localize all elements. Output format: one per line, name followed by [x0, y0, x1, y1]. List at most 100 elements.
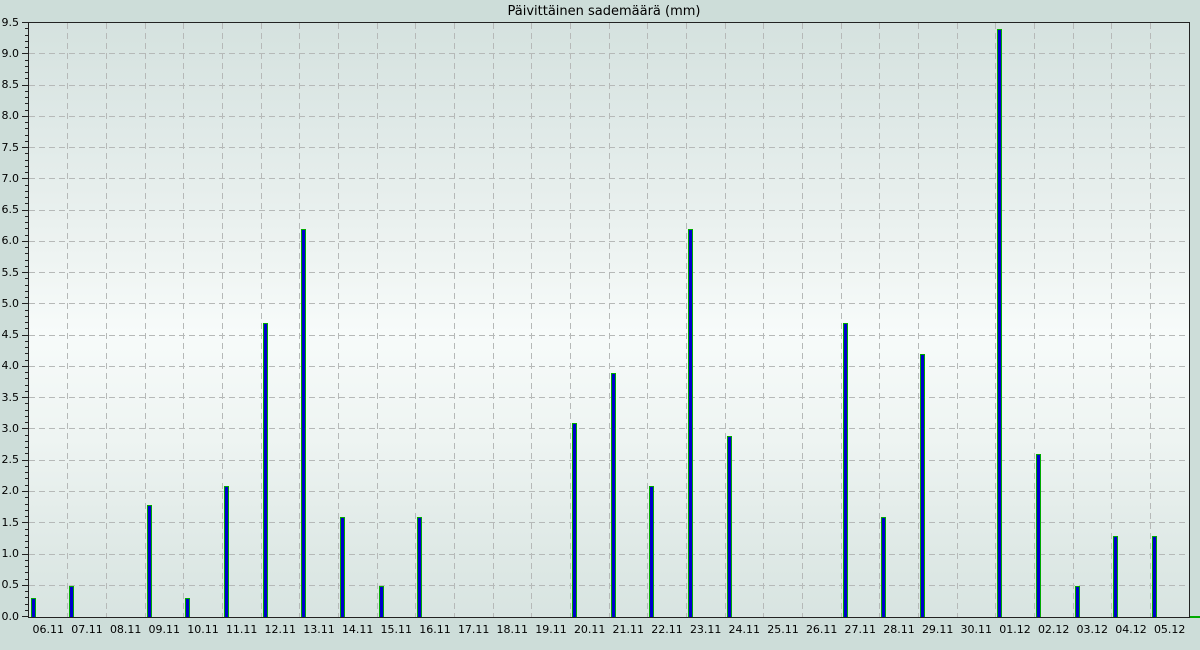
y-minor-tick [25, 403, 28, 404]
bar-07.11 [69, 586, 74, 617]
y-minor-tick [25, 541, 28, 542]
y-minor-tick [25, 35, 28, 36]
x-tick-label: 13.11 [303, 623, 335, 636]
y-minor-tick [25, 604, 28, 605]
y-major-tick [22, 303, 28, 304]
y-minor-tick [25, 610, 28, 611]
y-minor-tick [25, 497, 28, 498]
bar-20.11 [572, 423, 577, 617]
y-tick-label: 6.0 [0, 234, 19, 247]
x-tick-label: 10.11 [187, 623, 219, 636]
y-minor-tick [25, 278, 28, 279]
y-minor-tick [25, 91, 28, 92]
bar-23.11 [688, 229, 693, 617]
y-minor-tick [25, 372, 28, 373]
y-major-tick [22, 335, 28, 336]
x-tick-label: 24.11 [729, 623, 761, 636]
y-minor-tick [25, 566, 28, 567]
y-major-tick [22, 241, 28, 242]
y-minor-tick [25, 535, 28, 536]
y-major-tick [22, 272, 28, 273]
y-minor-tick [25, 153, 28, 154]
y-minor-tick [25, 191, 28, 192]
x-tick-label: 04.12 [1115, 623, 1147, 636]
x-tick-label: 26.11 [806, 623, 838, 636]
bar-06.11 [31, 598, 36, 617]
y-minor-tick [25, 510, 28, 511]
bar-03.12 [1075, 586, 1080, 617]
y-tick-label: 0.0 [0, 610, 19, 623]
y-major-tick [22, 616, 28, 617]
y-minor-tick [25, 135, 28, 136]
y-minor-tick [25, 529, 28, 530]
x-tick-label: 16.11 [419, 623, 451, 636]
y-minor-tick [25, 560, 28, 561]
x-tick-label: 03.12 [1077, 623, 1109, 636]
y-tick-label: 8.5 [0, 78, 19, 91]
y-major-tick [22, 53, 28, 54]
y-major-tick [22, 522, 28, 523]
bar-14.11 [340, 517, 345, 617]
chart-title: Päivittäinen sademäärä (mm) [507, 4, 700, 19]
y-major-tick [22, 460, 28, 461]
y-minor-tick [25, 472, 28, 473]
y-tick-label: 1.5 [0, 516, 19, 529]
x-tick-label: 19.11 [535, 623, 567, 636]
x-tick-label: 05.12 [1154, 623, 1186, 636]
y-tick-label: 9.0 [0, 47, 19, 60]
y-major-tick [22, 397, 28, 398]
x-tick-label: 02.12 [1038, 623, 1070, 636]
bar-10.11 [185, 598, 190, 617]
bars-layer [29, 23, 1189, 617]
y-minor-tick [25, 597, 28, 598]
y-tick-label: 5.5 [0, 266, 19, 279]
y-minor-tick [25, 172, 28, 173]
y-tick-label: 4.0 [0, 359, 19, 372]
bar-04.12 [1113, 536, 1118, 617]
y-minor-tick [25, 235, 28, 236]
y-minor-tick [25, 160, 28, 161]
y-minor-tick [25, 504, 28, 505]
y-minor-tick [25, 47, 28, 48]
y-minor-tick [25, 128, 28, 129]
y-minor-tick [25, 72, 28, 73]
x-tick-label: 25.11 [767, 623, 799, 636]
y-tick-label: 4.5 [0, 328, 19, 341]
x-tick-label: 06.11 [33, 623, 65, 636]
y-minor-tick [25, 579, 28, 580]
y-major-tick [22, 147, 28, 148]
x-tick-label: 07.11 [71, 623, 103, 636]
x-tick-label: 08.11 [110, 623, 142, 636]
bar-05.12 [1152, 536, 1157, 617]
bar-28.11 [881, 517, 886, 617]
y-minor-tick [25, 385, 28, 386]
y-minor-tick [25, 222, 28, 223]
bar-29.11 [920, 354, 925, 617]
x-tick-label: 21.11 [613, 623, 645, 636]
daily-rainfall-chart: Päivittäinen sademäärä (mm) 0.00.51.01.5… [0, 0, 1200, 650]
y-minor-tick [25, 478, 28, 479]
plot-area [28, 22, 1190, 618]
y-tick-label: 5.0 [0, 297, 19, 310]
y-minor-tick [25, 185, 28, 186]
y-minor-tick [25, 360, 28, 361]
y-major-tick [22, 85, 28, 86]
y-minor-tick [25, 297, 28, 298]
y-minor-tick [25, 391, 28, 392]
y-minor-tick [25, 353, 28, 354]
bar-24.11 [727, 436, 732, 617]
y-minor-tick [25, 572, 28, 573]
x-tick-label: 11.11 [226, 623, 258, 636]
y-minor-tick [25, 441, 28, 442]
y-tick-label: 2.5 [0, 453, 19, 466]
y-minor-tick [25, 41, 28, 42]
y-tick-label: 1.0 [0, 547, 19, 560]
x-tick-label: 30.11 [961, 623, 993, 636]
x-tick-label: 18.11 [497, 623, 529, 636]
y-minor-tick [25, 347, 28, 348]
y-major-tick [22, 585, 28, 586]
x-tick-label: 29.11 [922, 623, 954, 636]
y-minor-tick [25, 410, 28, 411]
y-minor-tick [25, 228, 28, 229]
y-tick-label: 6.5 [0, 203, 19, 216]
